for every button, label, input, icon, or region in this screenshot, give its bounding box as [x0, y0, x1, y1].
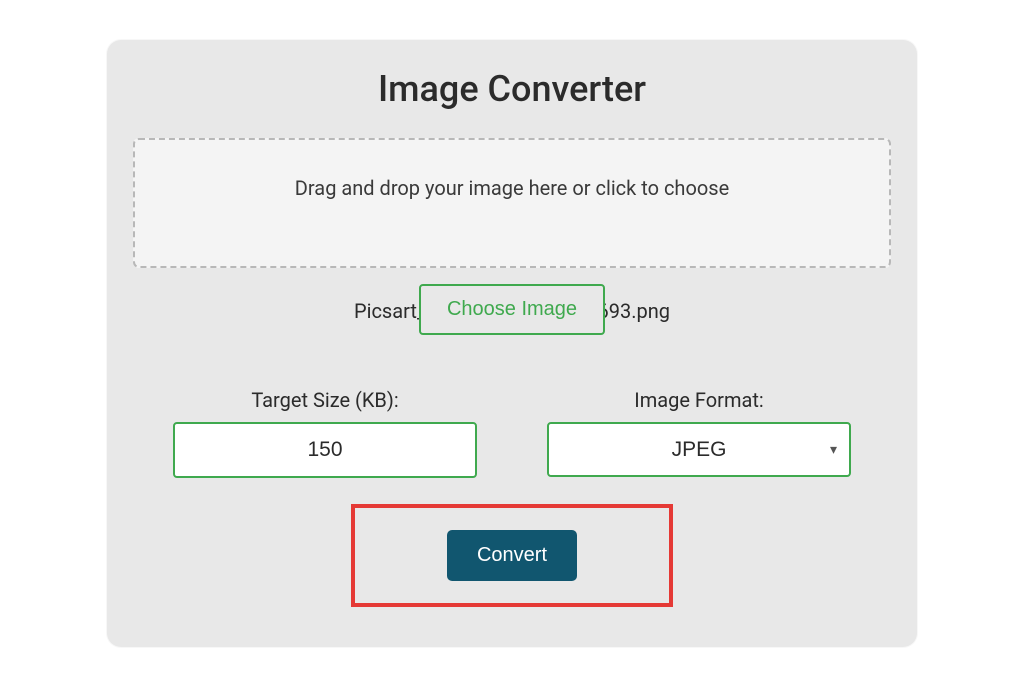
converter-card: Image Converter Drag and drop your image…	[107, 40, 917, 647]
image-format-group: Image Format: JPEG ▾	[547, 388, 851, 478]
target-size-input[interactable]	[173, 422, 477, 478]
target-size-group: Target Size (KB):	[173, 388, 477, 478]
dropzone-text: Drag and drop your image here or click t…	[295, 176, 729, 200]
image-format-select[interactable]: JPEG	[547, 422, 851, 477]
page-title: Image Converter	[133, 68, 891, 110]
convert-button[interactable]: Convert	[447, 530, 577, 581]
highlight-box: Convert	[351, 504, 673, 607]
choose-image-button[interactable]: Choose Image	[419, 284, 605, 335]
choose-image-row: Picsart_24-07-15_17-18-11-693.png Choose…	[133, 284, 891, 338]
dropzone[interactable]: Drag and drop your image here or click t…	[133, 138, 891, 268]
controls-row: Target Size (KB): Image Format: JPEG ▾	[133, 388, 891, 478]
convert-row: Convert	[133, 504, 891, 607]
target-size-label: Target Size (KB):	[173, 388, 477, 412]
image-format-select-wrap: JPEG ▾	[547, 422, 851, 477]
image-format-label: Image Format:	[547, 388, 851, 412]
